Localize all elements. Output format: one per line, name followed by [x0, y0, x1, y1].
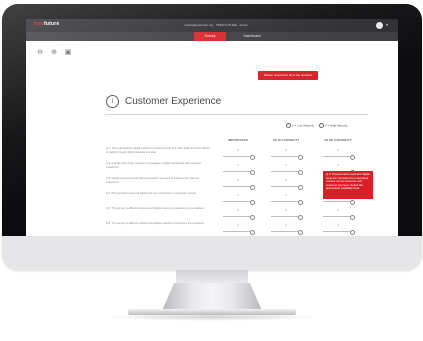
- as-is-slider[interactable]: 3: [271, 164, 303, 175]
- as-is-slider[interactable]: 3: [271, 209, 303, 220]
- monitor-stand-joint: [176, 270, 248, 284]
- monitor-base: [128, 309, 296, 315]
- app-logo[interactable]: tresfuture: [34, 21, 59, 27]
- tooltip: Q.4: Physical store tools and digital to…: [323, 171, 373, 199]
- radio-icon[interactable]: [286, 123, 291, 128]
- back-arrow-icon[interactable]: ⊖: [36, 49, 44, 57]
- question-text: Q.2: A single view of the customer is le…: [106, 162, 201, 169]
- question-text: Q.4: Physical store tools and digital to…: [106, 192, 196, 195]
- question-text: Q.3: Digital touchpoints and digital int…: [106, 177, 200, 184]
- question-row: Q.1: The organization's digital customer…: [106, 147, 368, 161]
- section-title: Customer Experience: [125, 96, 222, 107]
- question-text: Q.6: The journey in different contexts a…: [106, 222, 204, 225]
- as-is-slider[interactable]: 3: [271, 224, 303, 235]
- to-be-slider[interactable]: 3: [323, 149, 355, 160]
- tab-survey[interactable]: Survey: [194, 32, 226, 41]
- importance-slider[interactable]: 3: [223, 164, 255, 175]
- user-avatar-icon[interactable]: [376, 22, 383, 29]
- as-is-slider[interactable]: 3: [271, 194, 303, 205]
- tab-dashboard[interactable]: Dashboard: [238, 32, 266, 41]
- top-bar: tresfuture martin@tresfuture.org · TRES …: [26, 19, 398, 32]
- column-header-to-be: TO BE CAPABILITY: [324, 138, 352, 142]
- column-header-as-is: AS IS CAPABILITY: [272, 138, 300, 142]
- monitor-bezel: tresfuture martin@tresfuture.org · TRES …: [2, 4, 422, 236]
- user-info: martin@tresfuture.org · TRES FUTURE · ad…: [184, 22, 248, 27]
- info-icon[interactable]: i: [106, 95, 119, 108]
- radio-icon[interactable]: [318, 123, 324, 128]
- chevron-down-icon[interactable]: ▾: [386, 22, 388, 27]
- importance-slider[interactable]: 3: [223, 224, 255, 235]
- importance-slider[interactable]: 3: [223, 149, 255, 160]
- as-is-slider[interactable]: 3: [271, 179, 303, 190]
- tab-bar: Survey Dashboard: [26, 32, 398, 41]
- column-header-importance: IMPORTANCE: [228, 138, 248, 142]
- importance-slider[interactable]: 3: [223, 209, 255, 220]
- question-text: Q.1: The organization's digital customer…: [106, 147, 210, 154]
- question-row: Q.5: The journey in different contexts a…: [106, 207, 368, 221]
- importance-slider[interactable]: 3: [223, 194, 255, 205]
- as-is-slider[interactable]: 3: [271, 149, 303, 160]
- to-be-slider[interactable]: 3: [323, 209, 355, 220]
- divider: [106, 114, 368, 115]
- monitor-stand: [162, 283, 262, 311]
- save-icon[interactable]: ▣: [64, 49, 72, 57]
- question-row: Q.6: The journey in different contexts a…: [106, 222, 368, 236]
- importance-slider[interactable]: 3: [223, 179, 255, 190]
- app-screen: tresfuture martin@tresfuture.org · TRES …: [26, 19, 398, 236]
- maturity-legend: 1 = Low Maturity 5 = High Maturity: [282, 123, 348, 128]
- to-be-slider[interactable]: 3: [323, 224, 355, 235]
- question-text: Q.5: The journey in different contexts a…: [106, 207, 204, 210]
- respond-all-button[interactable]: Please respond to all of the answers: [258, 71, 318, 80]
- forward-arrow-icon[interactable]: ⊕: [50, 49, 58, 57]
